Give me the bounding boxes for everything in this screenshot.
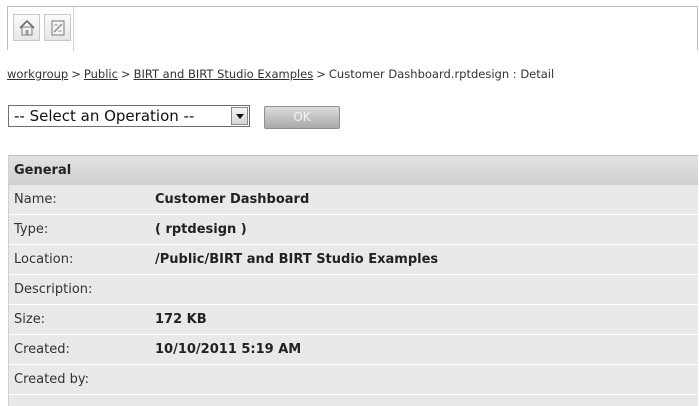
breadcrumb-link-birt-examples[interactable]: BIRT and BIRT Studio Examples — [134, 67, 314, 81]
home-icon — [19, 19, 35, 36]
toolbar-separator — [73, 7, 74, 51]
property-row-type: Type: ( rptdesign ) — [9, 215, 698, 245]
home-button[interactable] — [13, 14, 40, 41]
operation-select-value: -- Select an Operation -- — [14, 107, 195, 125]
operation-select[interactable]: -- Select an Operation -- — [8, 105, 250, 127]
general-section-title: General — [9, 155, 698, 185]
property-label: Type: — [14, 222, 49, 237]
breadcrumb-current: Customer Dashboard.rptdesign : Detail — [328, 67, 555, 81]
property-label: Description: — [14, 282, 93, 297]
property-value: 10/10/2011 5:19 AM — [155, 342, 302, 357]
document-button[interactable] — [44, 14, 71, 41]
breadcrumb-link-public[interactable]: Public — [84, 67, 118, 81]
document-icon — [51, 20, 65, 36]
property-value: 172 KB — [155, 312, 207, 327]
chevron-down-icon[interactable] — [231, 107, 248, 125]
property-label: Size: — [14, 312, 46, 327]
property-row-description: Description: — [9, 275, 698, 305]
property-row-location: Location: /Public/BIRT and BIRT Studio E… — [9, 245, 698, 275]
property-value: /Public/BIRT and BIRT Studio Examples — [155, 252, 439, 267]
breadcrumb-separator: > — [71, 67, 81, 81]
breadcrumb-separator: > — [316, 67, 326, 81]
toolbar — [7, 6, 698, 51]
breadcrumb-separator: > — [120, 67, 131, 81]
property-value: ( rptdesign ) — [155, 222, 247, 237]
property-row-created: Created: 10/10/2011 5:19 AM — [9, 335, 698, 365]
property-value: Customer Dashboard — [155, 192, 310, 207]
property-row-name: Name: Customer Dashboard — [9, 185, 698, 215]
ok-button[interactable]: OK — [264, 106, 340, 129]
property-label: Created: — [14, 342, 70, 357]
property-row-created-by: Created by: — [9, 365, 698, 395]
breadcrumb-link-workgroup[interactable]: workgroup — [7, 67, 68, 81]
property-label: Location: — [14, 252, 74, 267]
property-label: Name: — [14, 192, 57, 207]
property-row-size: Size: 172 KB — [9, 305, 698, 335]
general-panel: General Name: Customer Dashboard Type: (… — [8, 155, 698, 406]
breadcrumb: workgroup > Public > BIRT and BIRT Studio Ex… — [7, 67, 554, 81]
property-label: Created by: — [14, 372, 89, 387]
